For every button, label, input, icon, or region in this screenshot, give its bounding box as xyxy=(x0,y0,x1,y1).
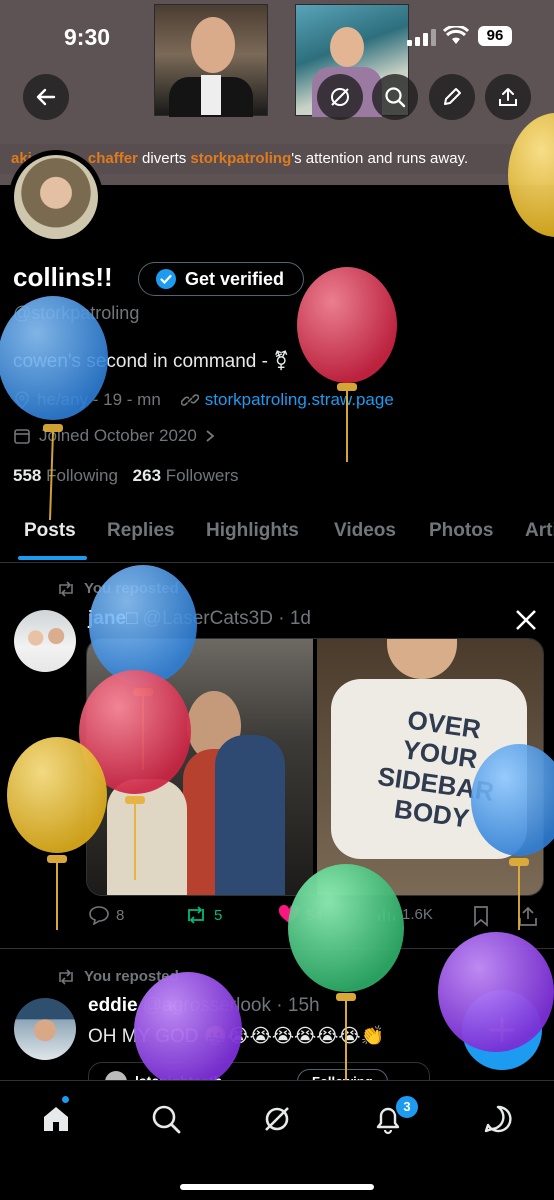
tab-highlights[interactable]: Highlights xyxy=(206,520,299,542)
nav-messages[interactable] xyxy=(478,1099,518,1139)
profile-link[interactable]: storkpatroling.straw.page xyxy=(205,390,394,410)
following-link[interactable]: 558 Following xyxy=(13,466,118,485)
profile-stats: 558 Following 263 Followers xyxy=(13,466,239,486)
tab-articles[interactable]: Articles xyxy=(525,520,554,542)
status-bar: 9:30 96 xyxy=(0,22,554,52)
chevron-right-icon[interactable] xyxy=(205,429,215,443)
nav-home[interactable] xyxy=(36,1099,76,1139)
profile-handle: @storkpatroling xyxy=(13,303,140,323)
calendar-icon xyxy=(14,429,30,444)
tab-videos[interactable]: Videos xyxy=(334,520,396,542)
home-unread-dot xyxy=(62,1096,69,1103)
share-button[interactable] xyxy=(485,74,531,120)
post-actions: 8 5 54 1.6K xyxy=(86,905,542,929)
like-button[interactable]: 54 xyxy=(278,905,323,925)
profile-joined-row: Joined October 2020 xyxy=(13,426,215,446)
tab-replies[interactable]: Replies xyxy=(107,520,175,542)
get-verified-label: Get verified xyxy=(185,268,285,289)
share-icon[interactable] xyxy=(518,905,538,927)
post-avatar[interactable] xyxy=(14,610,76,672)
profile-tabs: Posts Replies Highlights Videos Photos A… xyxy=(0,506,554,563)
compose-button[interactable] xyxy=(462,990,542,1070)
nav-grok[interactable] xyxy=(257,1099,297,1139)
followers-link[interactable]: 263 Followers xyxy=(133,466,239,485)
balloon-red xyxy=(297,267,397,462)
post-author-row[interactable]: eddie @agrosserlook · 15h xyxy=(88,995,320,1017)
message-icon xyxy=(484,1105,512,1133)
repost-indicator: You reposted xyxy=(56,968,179,985)
x-logo-icon xyxy=(516,610,536,630)
back-button[interactable] xyxy=(23,74,69,120)
profile-avatar[interactable] xyxy=(9,150,103,244)
grok-button[interactable] xyxy=(317,74,363,120)
repost-icon xyxy=(188,906,204,924)
search-icon xyxy=(152,1105,181,1134)
battery-indicator: 96 xyxy=(478,26,512,46)
share-icon xyxy=(499,88,517,106)
heart-icon xyxy=(278,905,300,923)
post-avatar[interactable] xyxy=(14,998,76,1060)
pencil-icon xyxy=(444,88,461,105)
bookmark-icon[interactable] xyxy=(472,905,490,927)
wifi-icon xyxy=(443,26,469,44)
edit-button[interactable] xyxy=(429,74,475,120)
post-text: OH MY GOD 🤬😭😭😭😭😭😭👏 xyxy=(88,1026,385,1047)
banner-photo-left xyxy=(154,4,268,117)
profile-location: he/any - 19 - mn xyxy=(37,390,161,409)
reply-icon xyxy=(89,906,109,925)
bottom-nav xyxy=(0,1080,554,1200)
profile-name: collins!! xyxy=(13,262,113,292)
active-tab-indicator xyxy=(18,556,87,560)
home-indicator xyxy=(180,1184,374,1190)
views-button[interactable]: 1.6K xyxy=(376,905,433,923)
repost-indicator: You reposted xyxy=(56,580,179,597)
search-button[interactable] xyxy=(372,74,418,120)
location-icon xyxy=(15,391,29,409)
profile-bio: cowen's second in command - ⚧ xyxy=(13,351,290,372)
notifications-badge: 3 xyxy=(394,1094,420,1120)
post-author-row[interactable]: jane□ @LaserCats3D · 1d xyxy=(88,608,311,630)
link-icon xyxy=(180,394,199,406)
status-time: 9:30 xyxy=(64,24,111,50)
post-divider xyxy=(0,948,554,949)
repost-icon xyxy=(59,968,73,985)
repost-button[interactable]: 5 xyxy=(184,905,222,925)
post-image-2[interactable]: OVER YOUR SIDEBAR BODY xyxy=(317,639,543,895)
post-media[interactable]: OVER YOUR SIDEBAR BODY xyxy=(86,638,544,896)
signal-icon xyxy=(407,28,436,46)
views-icon xyxy=(378,908,395,921)
post-image-1[interactable] xyxy=(87,639,313,895)
shirt-text: OVER YOUR SIDEBAR BODY xyxy=(375,704,496,834)
grok-icon xyxy=(331,88,349,106)
profile-joined: Joined October 2020 xyxy=(39,426,197,445)
tab-posts[interactable]: Posts xyxy=(24,520,76,542)
home-icon xyxy=(44,1107,68,1131)
get-verified-button[interactable]: Get verified xyxy=(138,262,304,296)
tab-photos[interactable]: Photos xyxy=(429,520,493,542)
nav-search[interactable] xyxy=(146,1099,186,1139)
profile-meta: he/any - 19 - mn storkpatroling.straw.pa… xyxy=(13,390,394,410)
arrow-left-icon xyxy=(36,88,56,106)
search-icon xyxy=(385,87,406,108)
verified-badge-icon xyxy=(156,269,176,289)
grok-icon xyxy=(265,1107,289,1131)
repost-icon xyxy=(59,580,73,597)
reply-button[interactable]: 8 xyxy=(88,905,124,925)
plus-icon xyxy=(489,1017,515,1043)
